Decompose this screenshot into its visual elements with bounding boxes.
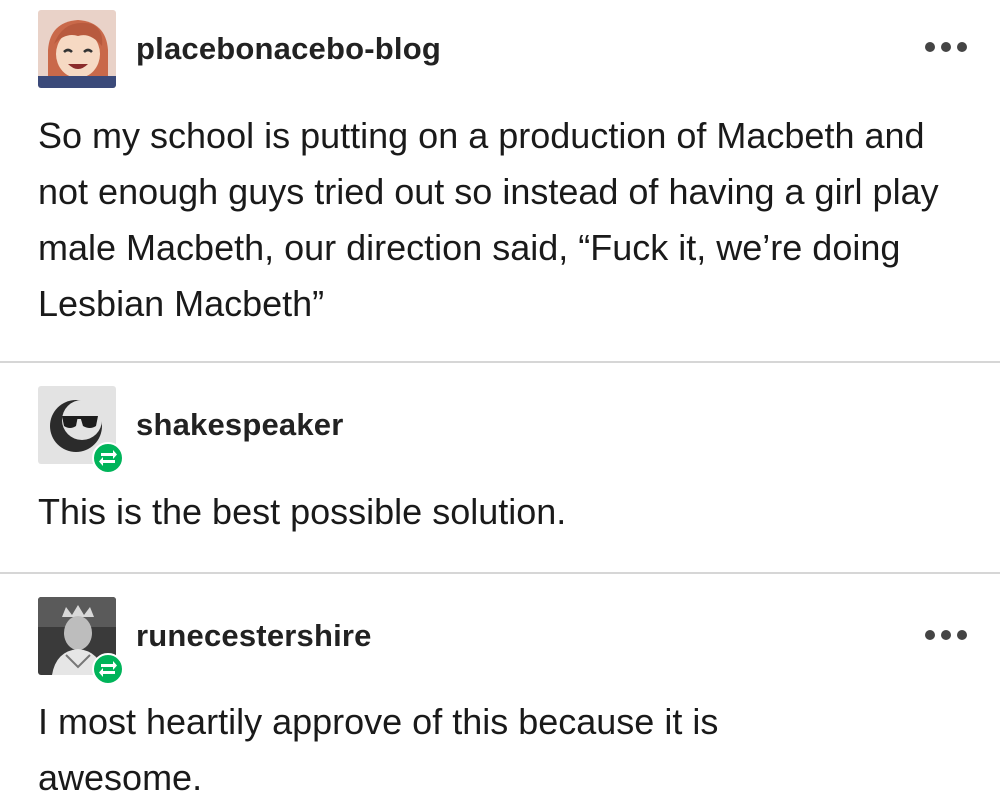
post-header: placebonacebo-blog — [38, 10, 441, 88]
post-body: So my school is putting on a production … — [38, 115, 939, 324]
username[interactable]: runecestershire — [136, 618, 372, 654]
anime-character-avatar-icon — [38, 10, 116, 88]
reblog-icon — [92, 653, 124, 685]
username[interactable]: placebonacebo-blog — [136, 31, 441, 67]
post-header: runecestershire — [38, 597, 372, 685]
post-header: shakespeaker — [38, 386, 344, 474]
post-body: This is the best possible solution. — [38, 491, 567, 532]
username[interactable]: shakespeaker — [136, 407, 344, 443]
avatar[interactable] — [38, 386, 124, 474]
more-options-icon[interactable] — [924, 40, 968, 54]
post-body: I most heartily approve of this because … — [38, 701, 719, 798]
divider — [0, 572, 1000, 574]
reblog-icon — [92, 442, 124, 474]
more-options-icon[interactable] — [924, 628, 968, 642]
avatar[interactable] — [38, 10, 116, 88]
avatar[interactable] — [38, 597, 124, 685]
divider — [0, 361, 1000, 363]
